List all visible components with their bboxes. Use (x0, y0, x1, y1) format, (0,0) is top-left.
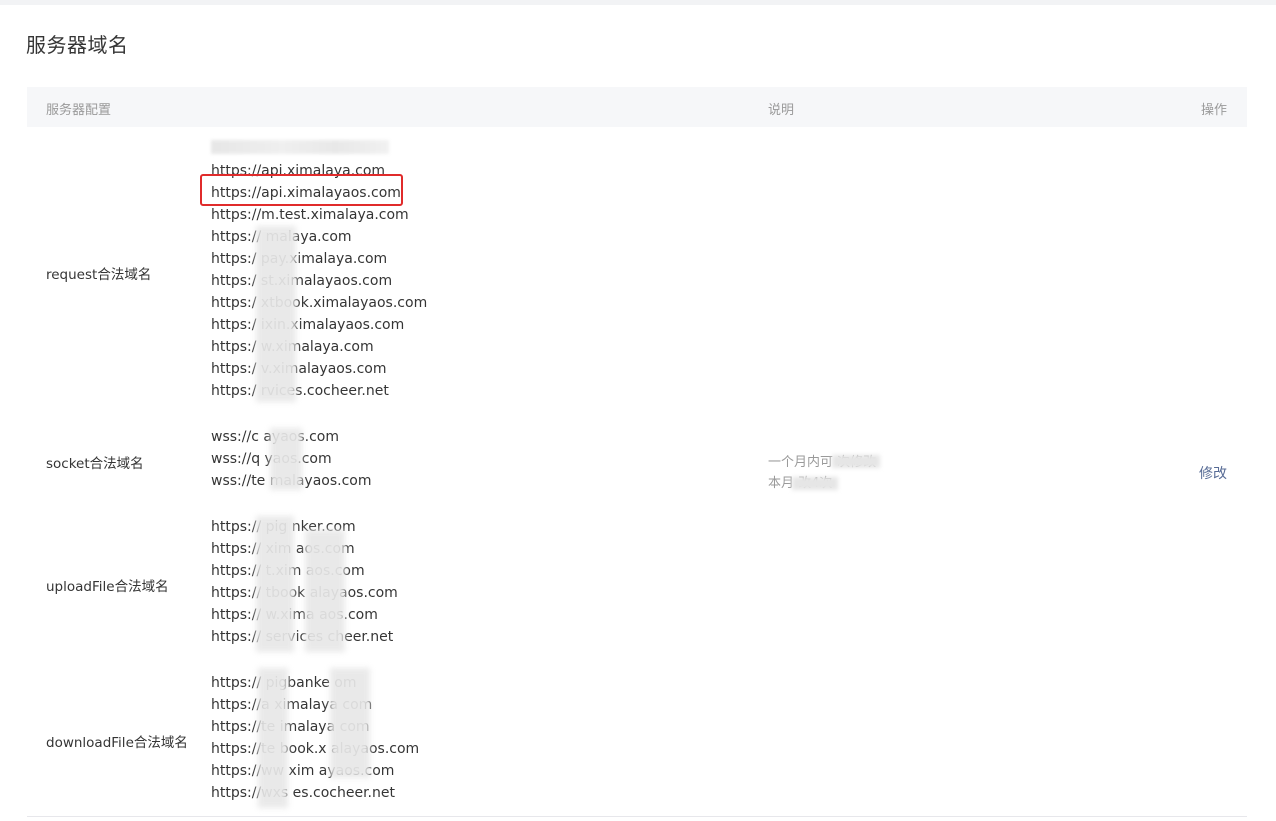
privacy-mask (258, 668, 288, 808)
socket-domain-label: socket合法域名 (46, 456, 144, 472)
domain-item: https:/ pay.ximalaya.com (211, 251, 388, 267)
privacy-mask (256, 516, 294, 652)
domain-item: https:/ w.ximalaya.com (211, 339, 374, 355)
domain-item: https://te imalaya com (211, 719, 370, 735)
domain-item: https:// pigbanke om (211, 675, 357, 691)
domain-item: https:/ rvices.cocheer.net (211, 383, 389, 399)
domain-item: https:/ ixin.ximalayaos.com (211, 317, 405, 333)
uploadfile-domain-label: uploadFile合法域名 (46, 579, 169, 595)
top-strip (0, 0, 1276, 5)
domain-item: https://m.test.ximalaya.com (211, 207, 409, 223)
masked-domain (211, 140, 389, 154)
domain-item: https:/ st.ximalayaos.com (211, 273, 393, 289)
header-server-config: 服务器配置 (46, 103, 112, 118)
request-domain-label: request合法域名 (46, 267, 152, 283)
downloadfile-domain-list: https:// pigbanke om https://a ximalaya … (211, 672, 419, 804)
table-header: 服务器配置 说明 操作 (27, 87, 1247, 127)
header-operation: 操作 (1200, 103, 1227, 118)
privacy-mask (330, 668, 370, 778)
privacy-mask (832, 455, 880, 468)
domain-item: https://a ximalaya com (211, 697, 373, 713)
privacy-mask (792, 477, 838, 490)
highlight-box (200, 174, 403, 206)
page-title: 服务器域名 (26, 33, 129, 57)
modify-link[interactable]: 修改 (1199, 463, 1227, 483)
domain-item: https:/ v.ximalayaos.com (211, 361, 387, 377)
downloadfile-domain-label: downloadFile合法域名 (46, 735, 188, 751)
domain-item: https://ww xim ayaos.com (211, 763, 395, 779)
privacy-mask (305, 530, 345, 652)
domain-item: https:/ xtbook.ximalayaos.com (211, 295, 428, 311)
domain-item: https:// malaya.com (211, 229, 352, 245)
table-bottom-divider (27, 816, 1247, 817)
domain-item: https://te book.x alayaos.com (211, 741, 420, 757)
privacy-mask (270, 428, 302, 490)
domain-item: https://wxs es.cocheer.net (211, 785, 395, 801)
header-description: 说明 (768, 103, 795, 118)
privacy-mask (256, 226, 296, 402)
